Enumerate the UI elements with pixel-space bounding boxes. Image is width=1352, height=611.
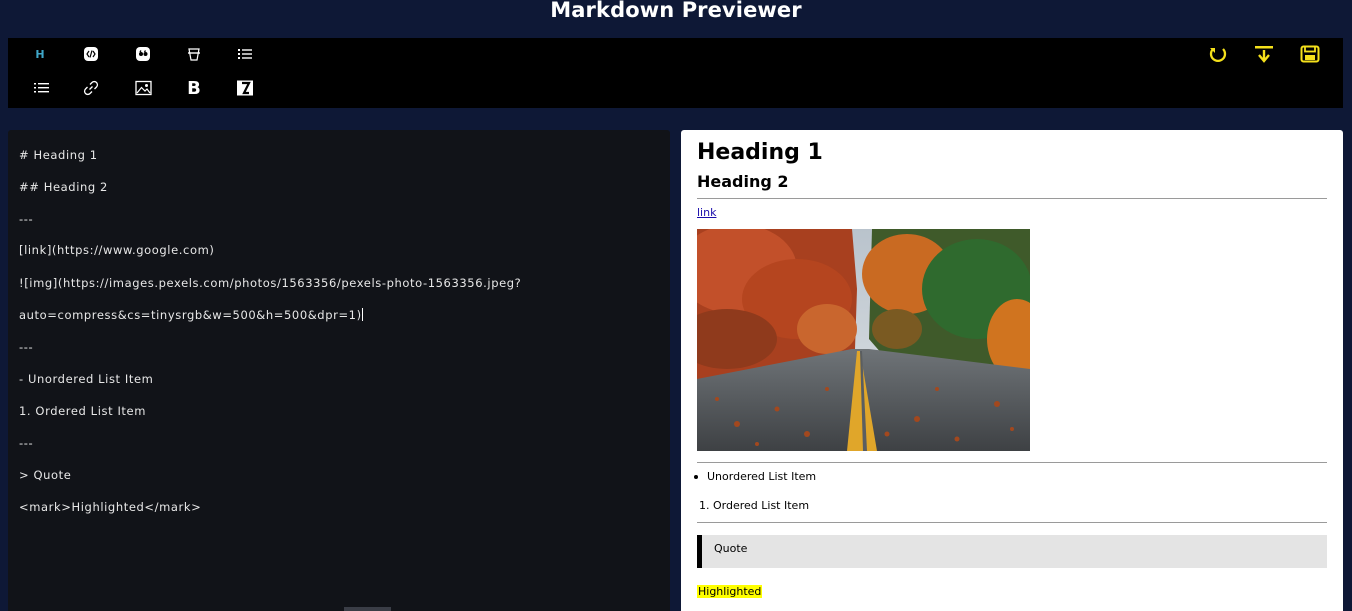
highlighted-text: Highlighted xyxy=(697,585,763,598)
ordered-list-number: 1. xyxy=(699,499,710,512)
editor-line: [link](https://www.google.com) xyxy=(19,243,215,257)
strikethrough-icon[interactable] xyxy=(182,42,206,66)
blockquote: Quote xyxy=(697,535,1327,568)
bold-icon[interactable]: B xyxy=(182,76,206,100)
editor-line: auto=compress&cs=tinysrgb&w=500&h=500&dp… xyxy=(19,308,362,322)
markdown-editor[interactable]: # Heading 1 ## Heading 2 --- [link](http… xyxy=(8,130,670,611)
preview-heading-1: Heading 1 xyxy=(697,140,823,165)
horizontal-rule xyxy=(697,522,1327,523)
editor-line: # Heading 1 xyxy=(19,148,98,162)
editor-line: --- xyxy=(19,212,34,226)
markdown-preview: Heading 1 Heading 2 link Unordered List … xyxy=(681,130,1343,611)
editor-line: - Unordered List Item xyxy=(19,372,154,386)
download-icon[interactable] xyxy=(1252,42,1276,66)
ordered-list-icon[interactable] xyxy=(29,76,53,100)
blockquote-text: Quote xyxy=(714,542,748,555)
save-icon[interactable] xyxy=(1298,42,1322,66)
editor-line: --- xyxy=(19,340,34,354)
italic-icon[interactable] xyxy=(233,76,257,100)
unordered-list-icon[interactable] xyxy=(233,42,257,66)
editor-line: ![img](https://images.pexels.com/photos/… xyxy=(19,276,522,290)
editor-line: --- xyxy=(19,436,34,450)
text-caret xyxy=(361,308,363,321)
link-icon[interactable] xyxy=(79,76,103,100)
editor-line: ## Heading 2 xyxy=(19,180,108,194)
editor-line: 1. Ordered List Item xyxy=(19,404,147,418)
unordered-list-item: Unordered List Item xyxy=(693,470,817,483)
editor-line: > Quote xyxy=(19,468,72,482)
horizontal-rule xyxy=(697,462,1327,463)
autumn-road-image xyxy=(697,229,1030,451)
horizontal-scrollbar[interactable] xyxy=(344,607,391,611)
heading-icon[interactable]: H xyxy=(28,42,52,66)
app-title: Markdown Previewer xyxy=(550,0,802,22)
formatting-toolbar: H B xyxy=(8,38,1343,108)
image-icon[interactable] xyxy=(131,76,155,100)
horizontal-rule xyxy=(697,198,1327,199)
editor-line-with-caret: auto=compress&cs=tinysrgb&w=500&h=500&dp… xyxy=(19,308,363,322)
preview-heading-2: Heading 2 xyxy=(697,172,789,191)
code-icon[interactable] xyxy=(79,42,103,66)
editor-line: <mark>Highlighted</mark> xyxy=(19,500,202,514)
preview-link[interactable]: link xyxy=(697,206,716,219)
ordered-list-item: Ordered List Item xyxy=(713,499,810,512)
quote-icon[interactable] xyxy=(131,42,155,66)
reset-icon[interactable] xyxy=(1206,42,1230,66)
